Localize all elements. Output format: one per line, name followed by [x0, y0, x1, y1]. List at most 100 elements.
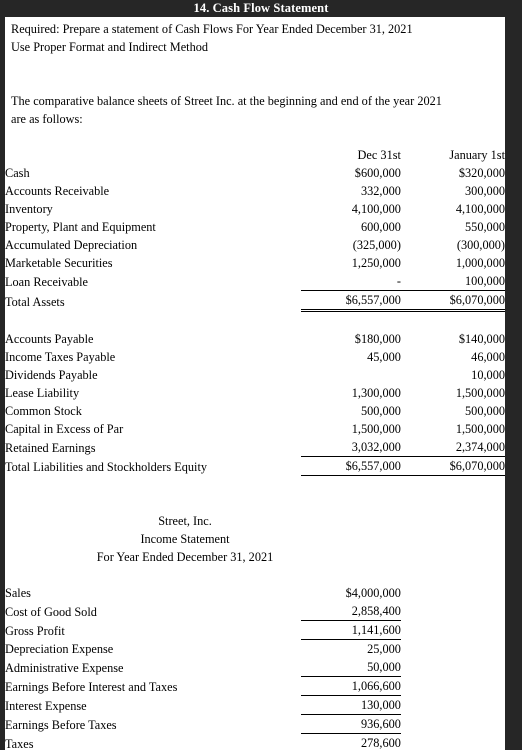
row-value-jan1: 10,000 — [471, 368, 505, 382]
table-total-row: Total Liabilities and Stockholders Equit… — [5, 456, 505, 476]
table-row: Lease Liability 1,300,000 1,500,000 — [5, 384, 505, 402]
row-label: Taxes — [5, 736, 34, 750]
row-value: 1,141,600 — [301, 620, 401, 640]
balance-sheet-liabilities-table: Accounts Payable $180,000 $140,000 Incom… — [5, 330, 505, 476]
row-value-blank — [401, 734, 505, 750]
row-value: 50,000 — [301, 658, 401, 677]
row-value-blank — [401, 602, 505, 621]
row-value-dec31: 500,000 — [360, 404, 401, 418]
row-value-jan1: 300,000 — [465, 184, 505, 198]
row-value-dec31: 4,100,000 — [351, 202, 401, 216]
row-label: Retained Earnings — [5, 440, 96, 455]
row-value-dec31: 332,000 — [360, 184, 401, 198]
row-value-dec31: (325,000) — [352, 238, 401, 252]
row-label: Accounts Receivable — [5, 184, 110, 198]
row-value-dec31: 45,000 — [367, 350, 401, 364]
row-value-dec31: 600,000 — [360, 220, 401, 234]
table-row: Depreciation Expense 25,000 — [5, 640, 505, 659]
row-value-jan1: $6,070,000 — [400, 290, 505, 312]
row-value-jan1: $320,000 — [458, 166, 505, 180]
row-value-blank — [401, 621, 505, 640]
table-row: Cost of Good Sold 2,858,400 — [5, 602, 505, 621]
column-header-dec31: Dec 31st — [357, 148, 401, 162]
table-row: Earnings Before Interest and Taxes 1,066… — [5, 676, 505, 696]
table-row: Taxes 278,600 — [5, 733, 505, 750]
page-root: 14. Cash Flow Statement Required: Prepar… — [0, 0, 522, 750]
window-title: 14. Cash Flow Statement — [193, 1, 329, 15]
intro-block: Required: Prepare a statement of Cash Fl… — [5, 20, 505, 128]
intro-line: Required: Prepare a statement of Cash Fl… — [11, 22, 413, 36]
table-row: Accounts Payable $180,000 $140,000 — [5, 330, 505, 348]
row-label: Marketable Securities — [5, 256, 113, 270]
row-value: 278,600 — [301, 733, 401, 750]
row-label: Cash — [5, 166, 30, 180]
intro-line: are as follows: — [11, 112, 83, 126]
intro-line: The comparative balance sheets of Street… — [11, 94, 442, 108]
row-label: Administrative Expense — [5, 660, 124, 675]
row-value-jan1: 550,000 — [465, 220, 505, 234]
row-value-dec31: 1,500,000 — [351, 422, 401, 436]
table-row: Loan Receivable - 100,000 — [5, 272, 505, 291]
row-value-jan1: 46,000 — [471, 350, 505, 364]
row-value-jan1: $6,070,000 — [400, 456, 505, 476]
table-row: Dividends Payable 10,000 — [5, 366, 505, 384]
row-value-jan1: 4,100,000 — [455, 202, 505, 216]
row-value-dec31: 3,032,000 — [301, 438, 401, 457]
row-value-dec31: $6,557,000 — [301, 290, 401, 312]
income-statement-heading: Street, Inc. Income Statement For Year E… — [5, 512, 365, 566]
row-value-jan1: 1,000,000 — [455, 256, 505, 270]
document-sheet: Required: Prepare a statement of Cash Fl… — [5, 17, 505, 750]
table-row: Property, Plant and Equipment 600,000 55… — [5, 218, 505, 236]
row-value-blank — [401, 640, 505, 659]
row-value-dec31: 1,250,000 — [351, 256, 401, 270]
row-label: Total Assets — [5, 294, 65, 309]
row-label: Gross Profit — [5, 623, 65, 638]
income-statement-table: Sales $4,000,000 Cost of Good Sold 2,858… — [5, 584, 505, 750]
row-value-blank — [401, 658, 505, 677]
row-value-jan1: $140,000 — [458, 332, 505, 346]
row-label: Dividends Payable — [5, 368, 98, 382]
row-value-dec31: 1,300,000 — [351, 386, 401, 400]
row-label: Income Taxes Payable — [5, 350, 116, 364]
row-label: Interest Expense — [5, 698, 87, 713]
table-row: Earnings Before Taxes 936,600 — [5, 714, 505, 734]
table-row: Inventory 4,100,000 4,100,000 — [5, 200, 505, 218]
table-row: Accumulated Depreciation (325,000) (300,… — [5, 236, 505, 254]
statement-period: For Year Ended December 31, 2021 — [96, 550, 274, 564]
row-value-jan1: 100,000 — [400, 272, 505, 291]
intro-line: Use Proper Format and Indirect Method — [11, 40, 209, 54]
row-label: Accounts Payable — [5, 332, 94, 346]
document-body: Required: Prepare a statement of Cash Fl… — [5, 17, 505, 750]
table-row: Accounts Receivable 332,000 300,000 — [5, 182, 505, 200]
row-value-dec31 — [301, 366, 401, 384]
row-label: Total Liabilities and Stockholders Equit… — [5, 459, 208, 474]
table-row: Gross Profit 1,141,600 — [5, 620, 505, 640]
row-value-blank — [401, 715, 505, 734]
company-name: Street, Inc. — [158, 514, 212, 528]
intro-line — [11, 56, 505, 74]
row-label: Cost of Good Sold — [5, 604, 97, 619]
row-value: $4,000,000 — [345, 586, 401, 600]
row-value-dec31: $180,000 — [354, 332, 401, 346]
table-row: Sales $4,000,000 — [5, 584, 505, 602]
window-title-bar: 14. Cash Flow Statement — [0, 0, 522, 17]
row-value-dec31: $600,000 — [354, 166, 401, 180]
table-row: Cash $600,000 $320,000 — [5, 164, 505, 182]
row-value: 130,000 — [301, 695, 401, 715]
row-value-blank — [401, 584, 505, 602]
column-header-blank — [5, 146, 301, 164]
row-label: Earnings Before Taxes — [5, 717, 117, 732]
row-value-blank — [401, 696, 505, 715]
row-label: Inventory — [5, 202, 53, 216]
row-label: Depreciation Expense — [5, 642, 114, 656]
row-label: Common Stock — [5, 404, 82, 418]
row-value-jan1: 2,374,000 — [400, 438, 505, 457]
table-row: Common Stock 500,000 500,000 — [5, 402, 505, 420]
column-header-jan1: January 1st — [449, 148, 505, 162]
row-label: Capital in Excess of Par — [5, 422, 124, 436]
